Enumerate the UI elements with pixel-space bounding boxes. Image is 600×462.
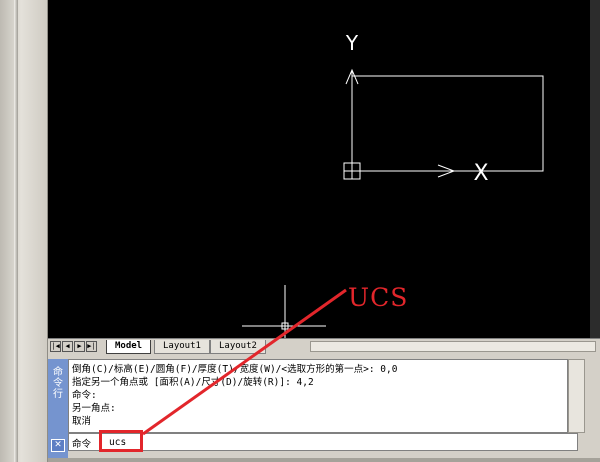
- command-window-title-bar[interactable]: 命令行 ✕: [48, 359, 68, 459]
- drawing-canvas: Y X: [242, 31, 544, 338]
- command-prompt: 命令: [72, 439, 92, 450]
- annotation-label: UCS: [348, 283, 409, 312]
- history-line: 命令:: [72, 390, 97, 401]
- tab-model[interactable]: Model: [106, 340, 152, 354]
- drawn-rectangle[interactable]: [351, 75, 544, 172]
- history-line: 倒角(C)/标高(E)/圆角(F)/厚度(T)/宽度(W)/<选取方形的第一点>…: [72, 364, 398, 375]
- tab-nav-next-button[interactable]: ▶: [74, 341, 85, 352]
- tab-layout2[interactable]: Layout2: [210, 340, 266, 354]
- viewport-scroll-edge[interactable]: [590, 0, 600, 338]
- ucs-y-label: Y: [345, 31, 359, 55]
- left-toolbar-strip: [0, 0, 48, 462]
- drawing-viewport[interactable]: Y X: [48, 0, 600, 338]
- toolbar-grip[interactable]: [14, 0, 18, 462]
- history-line: 指定另一个角点或 [面积(A)/尺寸(D)/旋转(R)]: 4,2: [72, 377, 314, 388]
- tab-layout1[interactable]: Layout1: [154, 340, 210, 354]
- layout-tab-bar: |◀ ◀ ▶ ▶| Model Layout1 Layout2: [48, 338, 600, 355]
- command-history: 倒角(C)/标高(E)/圆角(F)/厚度(T)/宽度(W)/<选取方形的第一点>…: [68, 359, 568, 433]
- tab-nav-last-button[interactable]: ▶|: [86, 341, 97, 352]
- status-bar: [48, 458, 600, 462]
- command-line: 命令: [68, 433, 578, 451]
- command-history-scrollbar[interactable]: [568, 359, 585, 433]
- tab-nav-prev-button[interactable]: ◀: [62, 341, 73, 352]
- ucs-x-label: X: [473, 161, 488, 186]
- history-line: 取消: [72, 416, 92, 427]
- tab-nav-first-button[interactable]: |◀: [50, 341, 61, 352]
- annotation-highlight-box: [99, 430, 143, 452]
- tab-bar-scrollbar[interactable]: [310, 341, 596, 352]
- history-line: 另一角点:: [72, 403, 116, 414]
- close-icon[interactable]: ✕: [51, 439, 65, 452]
- command-window-title: 命令行: [53, 367, 63, 400]
